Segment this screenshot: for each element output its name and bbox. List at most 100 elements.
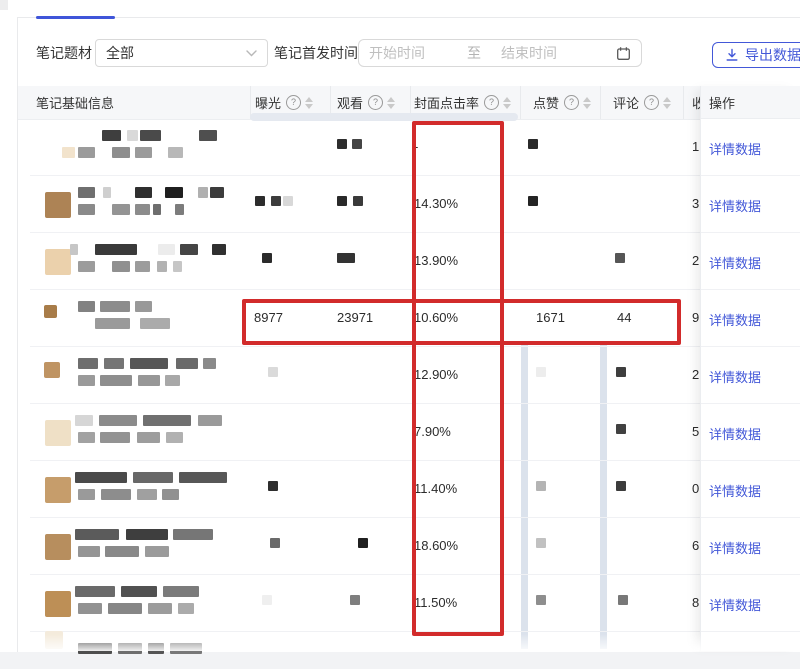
metric-value-redacted xyxy=(283,196,293,206)
export-data-button[interactable]: 导出数据 xyxy=(712,42,800,68)
note-meta-redacted xyxy=(78,546,100,557)
note-title-redacted xyxy=(118,643,142,654)
row-separator xyxy=(30,232,800,233)
metric-value-redacted xyxy=(528,139,538,149)
topic-filter-label: 笔记题材 xyxy=(36,45,92,61)
column-header-action: 操作 xyxy=(701,86,800,119)
detail-data-link[interactable]: 详情数据 xyxy=(709,310,761,329)
note-title-redacted xyxy=(180,244,198,255)
row-separator xyxy=(30,175,800,176)
note-meta-redacted xyxy=(78,432,95,443)
note-meta-redacted xyxy=(148,603,172,614)
range-separator: 至 xyxy=(467,43,501,63)
note-title-redacted xyxy=(100,301,130,312)
note-meta-redacted xyxy=(135,261,150,272)
start-date-input[interactable]: 开始时间 xyxy=(369,43,467,63)
note-title-redacted xyxy=(133,472,173,483)
note-title-redacted xyxy=(176,358,198,369)
cell-ctr: 11.40% xyxy=(414,481,457,496)
row-separator xyxy=(701,574,800,575)
note-meta-redacted xyxy=(138,375,160,386)
note-title-redacted xyxy=(78,187,95,198)
metric-value-redacted xyxy=(358,538,368,548)
detail-data-link[interactable]: 详情数据 xyxy=(709,196,761,215)
row-separator xyxy=(30,460,800,461)
note-title-redacted xyxy=(78,301,95,312)
row-separator xyxy=(701,631,800,632)
note-meta-redacted xyxy=(78,147,95,158)
date-range-picker[interactable]: 开始时间 至 结束时间 xyxy=(358,39,642,67)
note-thumbnail-redacted xyxy=(45,477,71,503)
note-title-redacted xyxy=(210,187,224,198)
note-meta-redacted xyxy=(101,489,131,500)
note-meta-redacted xyxy=(108,603,142,614)
download-icon xyxy=(725,48,739,62)
detail-data-link[interactable]: 详情数据 xyxy=(709,595,761,614)
metric-value-redacted xyxy=(337,196,347,206)
note-thumbnail-redacted xyxy=(45,249,71,275)
note-meta-redacted xyxy=(100,375,132,386)
detail-data-link[interactable]: 详情数据 xyxy=(709,367,761,386)
note-title-redacted xyxy=(158,244,175,255)
end-date-input[interactable]: 结束时间 xyxy=(501,43,616,63)
row-separator xyxy=(30,517,800,518)
metric-value-redacted xyxy=(536,481,546,491)
note-meta-redacted xyxy=(112,147,130,158)
note-meta-redacted xyxy=(105,546,139,557)
detail-data-link[interactable]: 详情数据 xyxy=(709,538,761,557)
note-meta-redacted xyxy=(175,204,184,215)
row-separator xyxy=(30,289,800,290)
note-title-redacted xyxy=(198,187,208,198)
topic-select[interactable]: 全部 xyxy=(95,39,268,67)
note-title-redacted xyxy=(135,301,152,312)
metric-value-redacted xyxy=(268,367,278,377)
note-meta-redacted xyxy=(137,432,160,443)
metric-value-redacted xyxy=(618,595,628,605)
note-meta-redacted xyxy=(168,147,183,158)
note-title-redacted xyxy=(75,472,127,483)
metric-value-redacted xyxy=(352,139,362,149)
note-meta-redacted xyxy=(78,375,95,386)
metric-value-redacted xyxy=(255,196,265,206)
row-separator xyxy=(30,631,800,632)
metric-value-redacted xyxy=(262,253,272,263)
cell-ctr: 18.60% xyxy=(414,538,458,553)
row-separator xyxy=(30,346,800,347)
note-meta-redacted xyxy=(157,261,167,272)
cell-ctr: - xyxy=(414,139,418,154)
note-thumbnail-redacted xyxy=(45,591,71,617)
note-meta-redacted xyxy=(162,489,179,500)
note-title-redacted xyxy=(199,130,217,141)
note-title-redacted xyxy=(173,529,213,540)
row-separator xyxy=(701,346,800,347)
note-title-redacted xyxy=(121,586,157,597)
note-meta-redacted xyxy=(166,432,183,443)
detail-data-link[interactable]: 详情数据 xyxy=(709,253,761,272)
note-title-redacted xyxy=(95,244,137,255)
note-meta-redacted xyxy=(135,147,152,158)
note-title-redacted xyxy=(70,244,78,255)
topic-select-value: 全部 xyxy=(106,43,134,63)
row-separator xyxy=(30,574,800,575)
row-separator xyxy=(701,403,800,404)
row-separator xyxy=(701,175,800,176)
cell-comments: 44 xyxy=(617,310,631,325)
note-title-redacted xyxy=(140,130,161,141)
fixed-action-column: 操作 详情数据详情数据详情数据详情数据详情数据详情数据详情数据详情数据详情数据 xyxy=(700,86,800,651)
metric-value-redacted xyxy=(536,367,546,377)
detail-data-link[interactable]: 详情数据 xyxy=(709,424,761,443)
note-title-redacted xyxy=(78,358,98,369)
note-thumbnail-redacted xyxy=(45,192,71,218)
note-meta-redacted xyxy=(78,603,102,614)
horizontal-scrollbar-thumb[interactable] xyxy=(250,113,518,121)
note-meta-redacted xyxy=(62,147,75,158)
detail-data-link[interactable]: 详情数据 xyxy=(709,481,761,500)
metric-value-redacted xyxy=(337,253,355,263)
table-body: -114.30%313.90%289772397110.60%167144912… xyxy=(0,0,800,669)
export-data-label: 导出数据 xyxy=(745,45,800,65)
note-title-redacted xyxy=(212,244,226,255)
note-thumbnail-redacted xyxy=(45,631,63,649)
detail-data-link[interactable]: 详情数据 xyxy=(709,139,761,158)
active-tab-indicator xyxy=(36,16,115,19)
page: 笔记题材 全部 笔记首发时间 开始时间 至 结束时间 导出数据 笔记基础信息 曝… xyxy=(0,0,800,669)
